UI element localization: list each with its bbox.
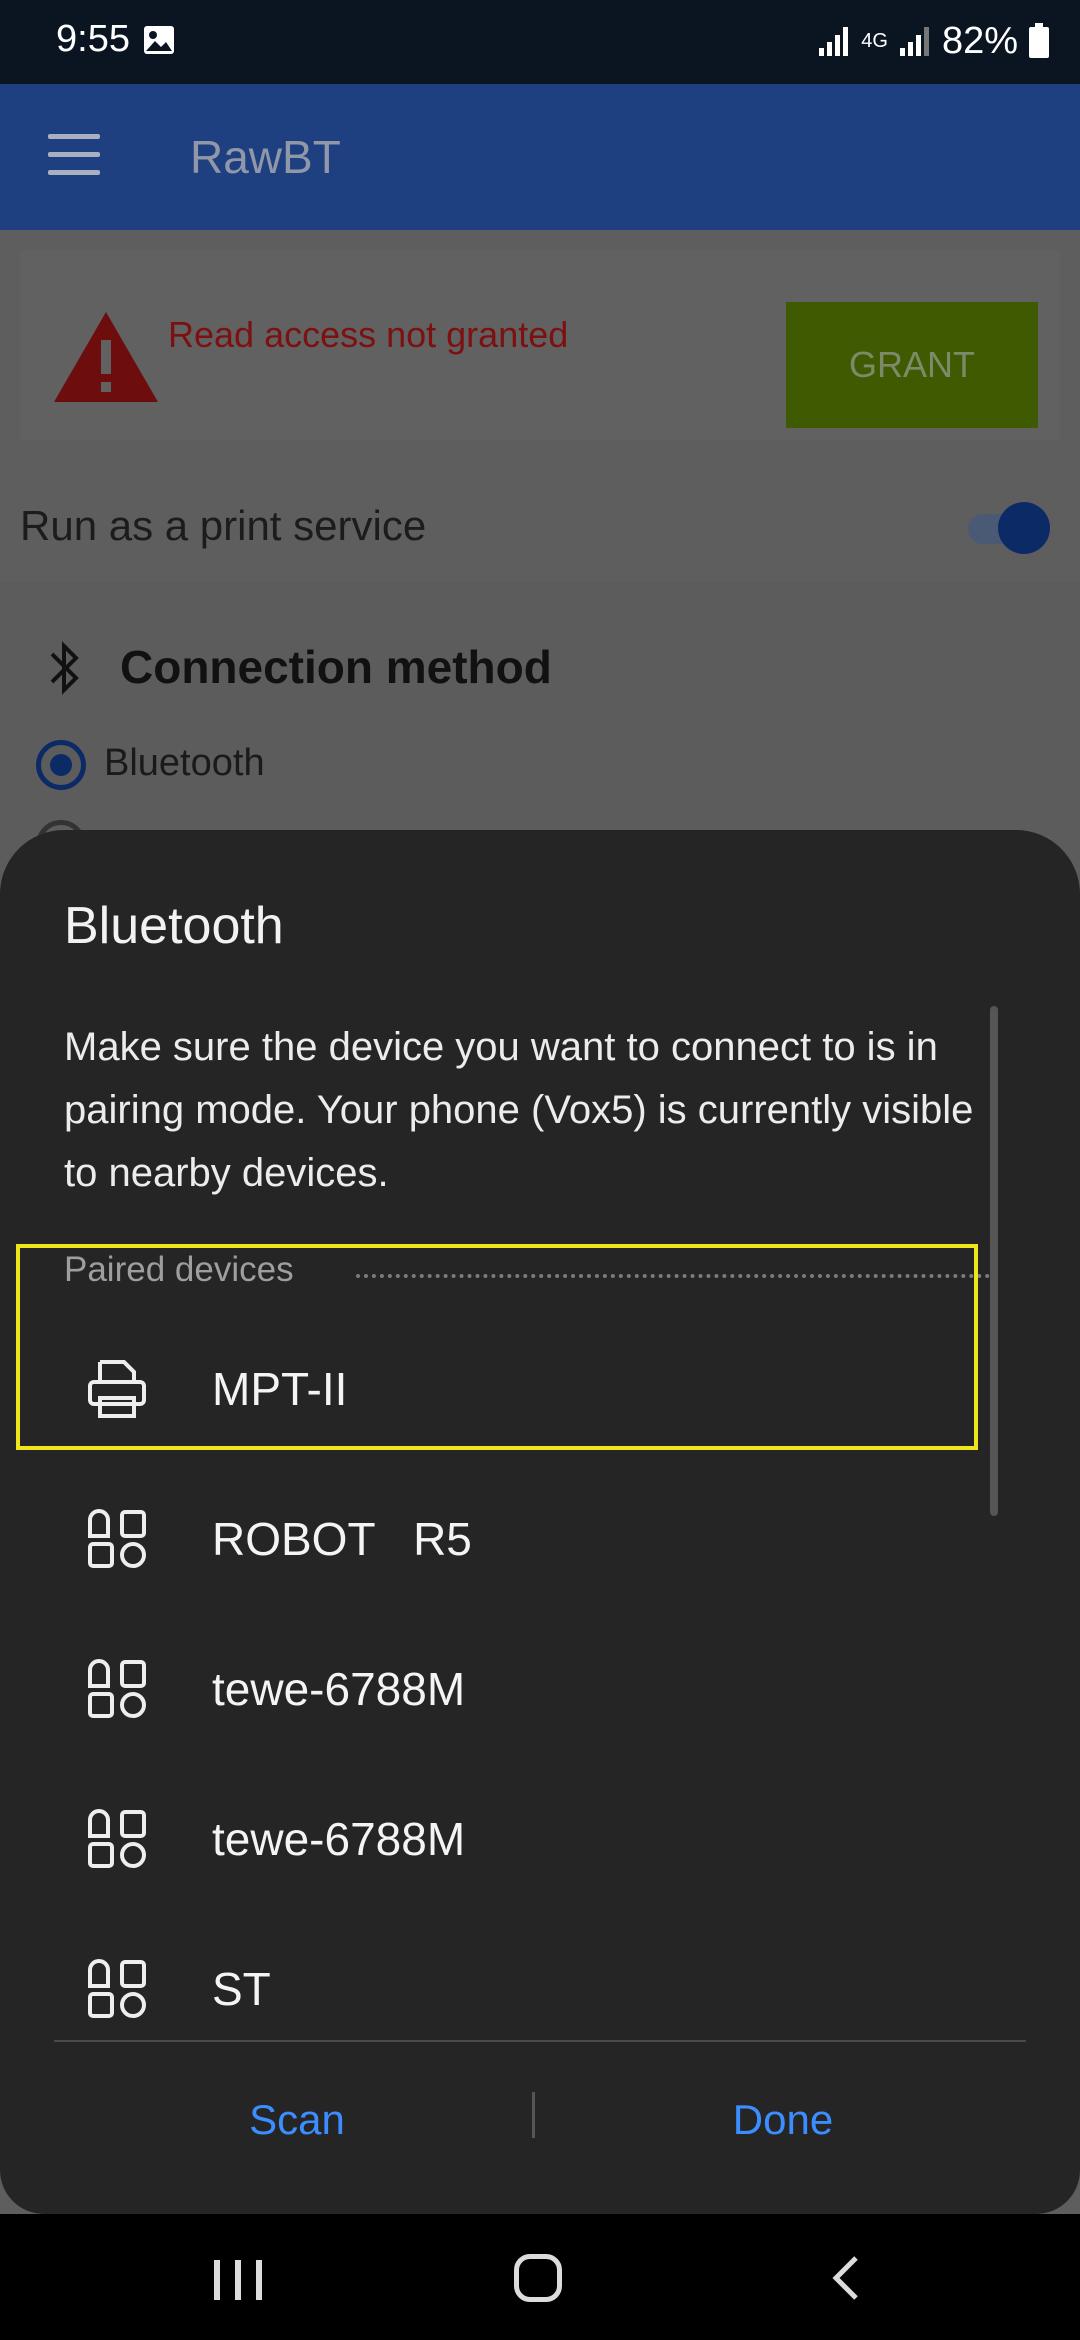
generic-device-icon xyxy=(88,1659,146,1718)
battery-percent: 82% xyxy=(941,19,1018,62)
generic-device-icon xyxy=(88,1509,146,1568)
device-row-robot-r5[interactable]: ROBOT R5 xyxy=(0,1464,1000,1614)
done-button[interactable]: Done xyxy=(540,2070,1026,2170)
print-service-row[interactable]: Run as a print service xyxy=(0,472,1080,582)
status-indicators: 4G 82% xyxy=(817,16,1050,66)
print-service-toggle[interactable] xyxy=(968,502,1052,554)
selection-highlight xyxy=(16,1244,978,1450)
back-icon[interactable] xyxy=(826,2254,866,2302)
device-name: tewe-6788M xyxy=(212,1663,466,1715)
signal-2-icon xyxy=(899,27,929,56)
status-time: 9:55 xyxy=(56,18,130,60)
bluetooth-icon xyxy=(50,641,79,695)
print-service-label: Run as a print service xyxy=(20,502,427,549)
status-bar: 9:55 4G 82% xyxy=(0,0,1080,84)
bluetooth-dialog: Bluetooth Make sure the device you want … xyxy=(0,830,1080,2214)
battery-icon xyxy=(1029,23,1049,58)
device-name: tewe-6788M xyxy=(212,1813,466,1865)
dialog-footer-divider xyxy=(54,2040,1026,2042)
device-name: ROBOT R5 xyxy=(212,1513,472,1565)
device-row-tewe-6788m[interactable]: tewe-6788M xyxy=(0,1614,1000,1764)
signal-icon xyxy=(819,27,849,56)
dialog-description: Make sure the device you want to connect… xyxy=(64,1025,974,1195)
gallery-notification-icon xyxy=(144,26,174,54)
network-type: 4G xyxy=(861,29,888,52)
recent-apps-icon[interactable] xyxy=(214,2260,262,2300)
bluetooth-radio[interactable] xyxy=(36,740,86,790)
device-row-st[interactable]: ST xyxy=(0,1914,1000,2024)
permission-warning-card: Read access not granted GRANT xyxy=(20,250,1060,440)
device-name: ST xyxy=(212,1963,271,2015)
menu-icon[interactable] xyxy=(48,134,100,178)
home-icon[interactable] xyxy=(514,2254,562,2302)
app-bar: RawBT xyxy=(0,84,1080,230)
scan-button[interactable]: Scan xyxy=(54,2070,540,2170)
generic-device-icon xyxy=(88,1959,146,2018)
app-title: RawBT xyxy=(190,131,341,183)
warning-icon xyxy=(54,312,158,402)
button-separator xyxy=(532,2092,535,2138)
device-row-tewe-6788m-2[interactable]: tewe-6788M xyxy=(0,1764,1000,1914)
warning-message: Read access not granted xyxy=(168,314,569,355)
bluetooth-radio-label: Bluetooth xyxy=(104,742,265,784)
navigation-bar xyxy=(0,2214,1080,2340)
generic-device-icon xyxy=(88,1809,146,1868)
grant-button[interactable]: GRANT xyxy=(786,302,1038,428)
dialog-title: Bluetooth xyxy=(64,897,284,955)
connection-method-title: Connection method xyxy=(120,641,552,693)
